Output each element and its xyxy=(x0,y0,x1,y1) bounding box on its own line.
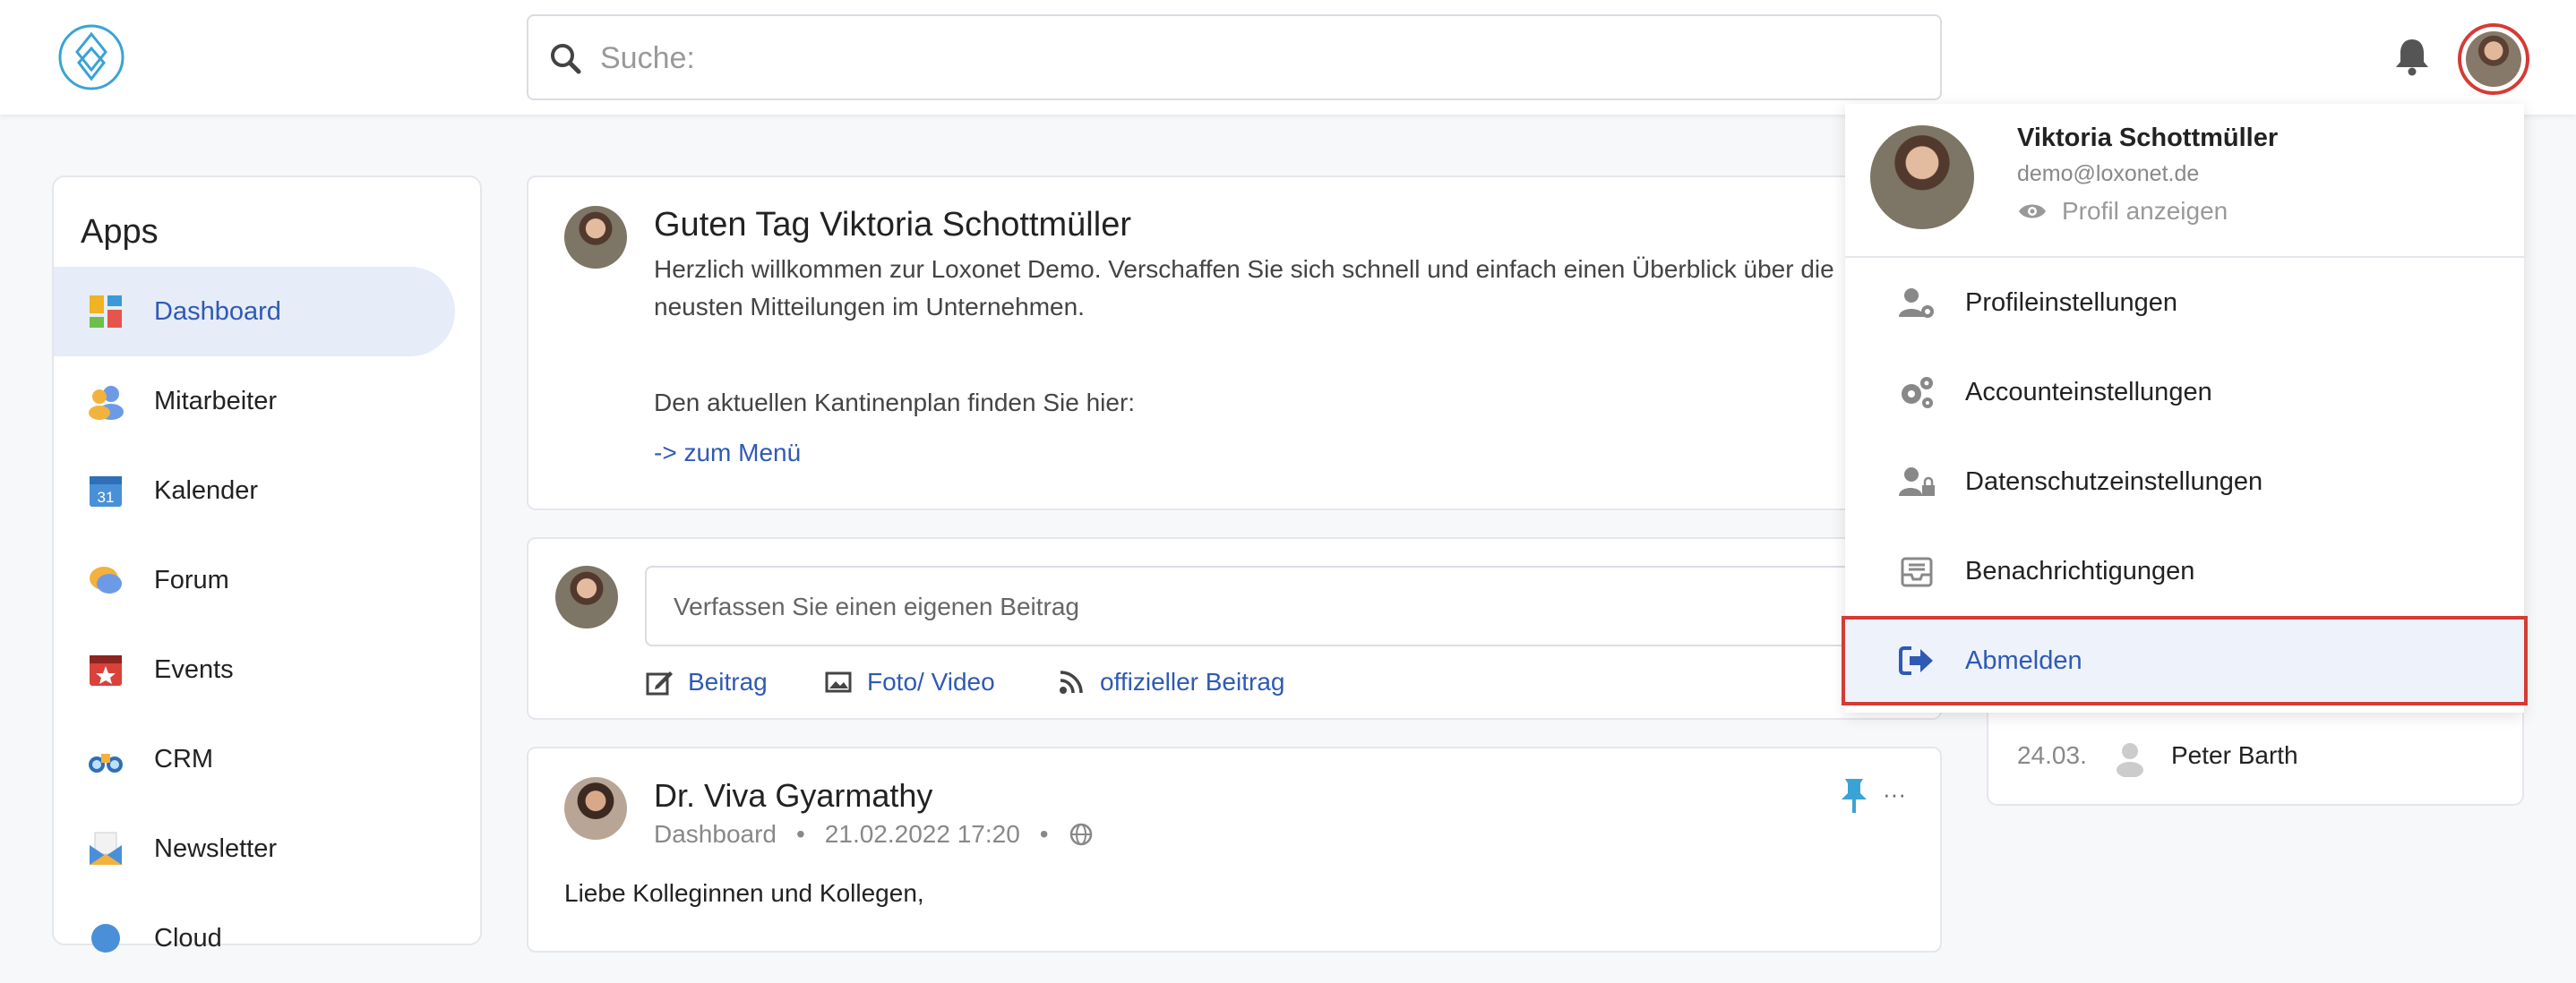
action-label: Foto/ Video xyxy=(867,668,995,696)
greeting-text: Herzlich willkommen zur Loxonet Demo. Ve… xyxy=(654,255,1834,321)
sidebar-item-newsletter[interactable]: Newsletter xyxy=(54,804,455,893)
compose-post-input[interactable]: Verfassen Sie einen eigenen Beitrag xyxy=(645,566,1944,646)
menu-item-label: Profileinstellungen xyxy=(1965,287,2177,317)
search-icon xyxy=(551,44,581,74)
sidebar-item-mitarbeiter[interactable]: Mitarbeiter xyxy=(54,356,455,446)
post-date: 21.02.2022 17:20 xyxy=(824,820,1020,848)
event-calendar-icon xyxy=(90,655,122,686)
post-meta: Dashboard • 21.02.2022 17:20 • xyxy=(654,820,1094,849)
user-avatar-button[interactable] xyxy=(2458,23,2529,95)
sidebar-item-label: Mitarbeiter xyxy=(154,386,277,415)
sidebar-item-label: Dashboard xyxy=(154,296,281,326)
people-icon xyxy=(89,386,124,420)
sidebar-item-label: CRM xyxy=(154,744,214,774)
cloud-icon xyxy=(91,924,120,953)
newsletter-envelope-icon xyxy=(90,832,122,865)
birthday-name[interactable]: Peter Barth xyxy=(2171,741,2298,770)
user-name: Viktoria Schottmüller xyxy=(2017,124,2279,152)
image-icon xyxy=(825,671,852,693)
calendar-icon: 31 xyxy=(90,476,122,507)
separator-dot: • xyxy=(795,820,805,848)
view-profile-label: Profil anzeigen xyxy=(2062,197,2228,225)
pin-icon[interactable] xyxy=(1836,775,1872,815)
user-email: demo@loxonet.de xyxy=(2017,161,2200,186)
action-label: offizieller Beitrag xyxy=(1100,668,1285,696)
menu-item-datenschutzeinstellungen[interactable]: Datenschutzeinstellungen xyxy=(1845,437,2524,526)
more-options-icon[interactable]: ··· xyxy=(1883,781,1906,808)
sidebar-item-label: Cloud xyxy=(154,923,222,953)
binoculars-icon xyxy=(89,754,123,773)
birthday-card: 24.03. Peter Barth xyxy=(1987,707,2524,806)
eye-icon xyxy=(2019,204,2046,218)
avatar xyxy=(1870,125,1974,229)
sidebar-item-kalender[interactable]: 31 Kalender xyxy=(54,446,455,535)
menu-item-benachrichtigungen[interactable]: Benachrichtigungen xyxy=(1845,526,2524,616)
author-avatar[interactable] xyxy=(564,777,627,840)
menu-item-label: Abmelden xyxy=(1965,645,2082,675)
post-action-beitrag[interactable]: Beitrag xyxy=(645,664,768,700)
top-bar xyxy=(0,0,2576,115)
view-profile-link[interactable]: Profil anzeigen xyxy=(2017,197,2228,226)
greeting-card: Guten Tag Viktoria Schottmüller Herzlich… xyxy=(527,175,1942,510)
sidebar-item-crm[interactable]: CRM xyxy=(54,714,455,804)
sidebar-title: Apps xyxy=(81,213,159,251)
sidebar-item-label: Kalender xyxy=(154,475,259,505)
menu-item-profileinstellungen[interactable]: Profileinstellungen xyxy=(1845,258,2524,347)
menu-item-abmelden[interactable]: Abmelden xyxy=(1842,616,2528,705)
globe-icon xyxy=(1069,823,1092,846)
bell-icon[interactable] xyxy=(2390,34,2434,79)
sidebar-item-label: Newsletter xyxy=(154,833,277,863)
gears-icon xyxy=(1902,377,1933,408)
sidebar-item-forum[interactable]: Forum xyxy=(54,535,455,625)
separator-dot: • xyxy=(1039,820,1049,848)
post-card: Dr. Viva Gyarmathy Dashboard • 21.02.202… xyxy=(527,747,1942,953)
sidebar-item-label: Events xyxy=(154,654,234,684)
post-action-official[interactable]: offizieller Beitrag xyxy=(1057,664,1284,700)
avatar xyxy=(564,206,627,269)
sidebar-item-dashboard[interactable]: Dashboard xyxy=(54,267,455,356)
search-input[interactable] xyxy=(600,32,1908,84)
user-lock-icon xyxy=(1899,467,1935,496)
post-body: Liebe Kolleginnen und Kollegen, xyxy=(564,879,924,907)
menu-item-label: Datenschutzeinstellungen xyxy=(1965,466,2263,496)
user-gear-icon xyxy=(1899,288,1934,318)
chat-bubbles-icon xyxy=(90,567,122,594)
birthday-date: 24.03. xyxy=(2017,741,2087,769)
loxonet-logo-icon[interactable] xyxy=(57,23,125,91)
user-avatar-placeholder-icon xyxy=(2117,743,2143,777)
composer-card: Verfassen Sie einen eigenen Beitrag Beit… xyxy=(527,537,1944,720)
menu-item-label: Benachrichtigungen xyxy=(1965,556,2195,586)
menu-item-label: Accounteinstellungen xyxy=(1965,377,2212,406)
user-menu-header: Viktoria Schottmüller demo@loxonet.de Pr… xyxy=(1845,104,2524,258)
post-author[interactable]: Dr. Viva Gyarmathy xyxy=(654,777,932,815)
menu-link[interactable]: -> zum Menü xyxy=(654,439,801,467)
avatar xyxy=(555,566,618,628)
sidebar-item-events[interactable]: Events xyxy=(54,625,455,714)
greeting-title: Guten Tag Viktoria Schottmüller xyxy=(654,206,1131,244)
rss-icon xyxy=(1060,671,1083,694)
post-app[interactable]: Dashboard xyxy=(654,820,777,849)
canteen-text: Den aktuellen Kantinenplan finden Sie hi… xyxy=(654,389,1136,416)
post-action-foto-video[interactable]: Foto/ Video xyxy=(824,664,995,700)
search-bar[interactable] xyxy=(527,14,1942,100)
sidebar-item-label: Forum xyxy=(154,565,229,594)
apps-sidebar: Apps Dashboard Mitarbeiter 31 Kalender F… xyxy=(52,175,482,953)
menu-item-accounteinstellungen[interactable]: Accounteinstellungen xyxy=(1845,347,2524,437)
svg-text:31: 31 xyxy=(98,489,115,506)
edit-icon xyxy=(646,671,673,696)
sidebar-item-cloud[interactable]: Cloud xyxy=(54,893,455,983)
user-menu-dropdown: Viktoria Schottmüller demo@loxonet.de Pr… xyxy=(1842,104,2528,713)
action-label: Beitrag xyxy=(688,668,768,696)
logout-icon xyxy=(1899,646,1933,675)
dashboard-icon xyxy=(90,295,122,328)
inbox-icon xyxy=(1901,557,1933,587)
